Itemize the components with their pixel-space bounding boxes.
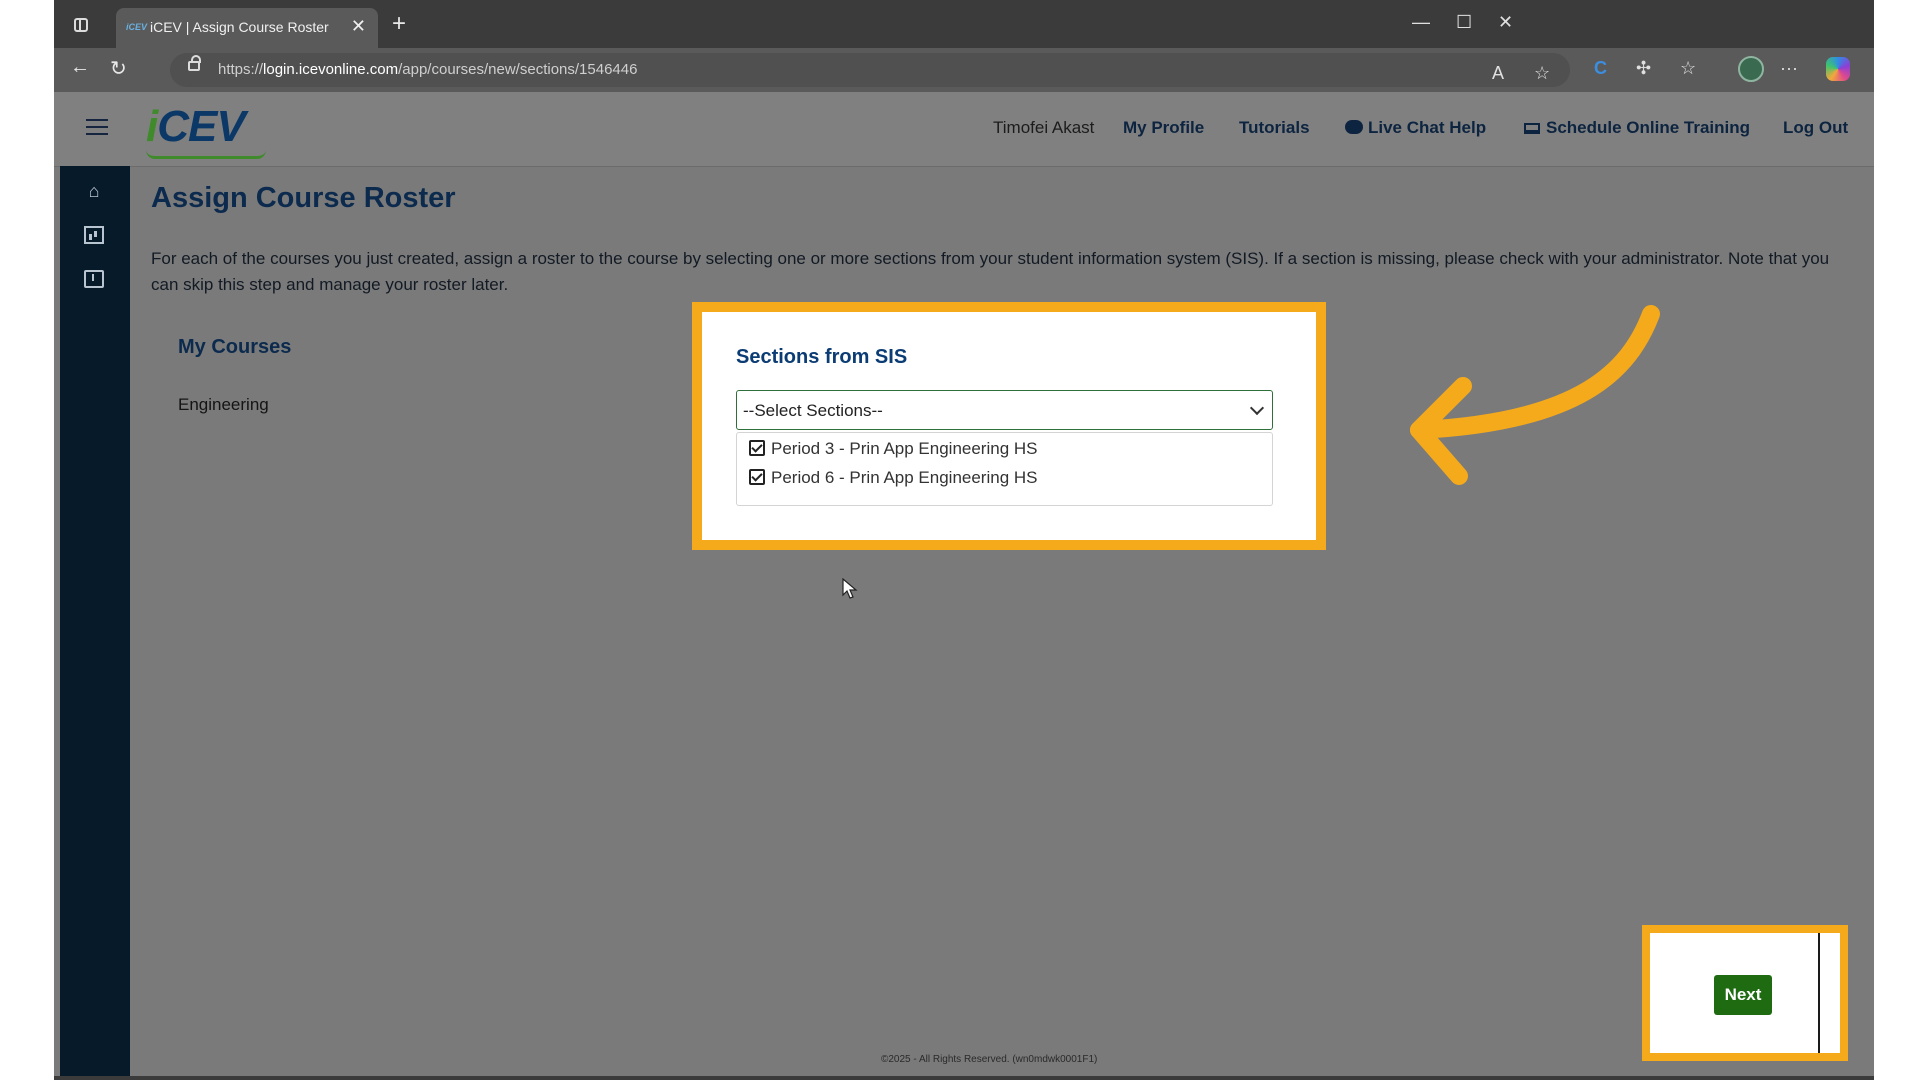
extensions-puzzle-icon[interactable]: ✣ (1636, 58, 1651, 79)
favorite-star-icon[interactable]: ☆ (1534, 63, 1550, 84)
app-header: iCEV Timofei Akast My Profile Tutorials … (54, 92, 1874, 167)
extension-c-icon[interactable]: C (1594, 58, 1607, 79)
profile-avatar-icon[interactable] (1738, 56, 1764, 82)
live-chat-link[interactable]: Live Chat Help (1345, 118, 1486, 138)
footer-text: ©2025 - All Rights Reserved. (wn0mdwk000… (881, 1054, 1098, 1065)
read-aloud-icon[interactable]: A (1492, 63, 1504, 84)
window-edge (1818, 933, 1820, 1053)
tab-title: iCEV | Assign Course Roster (150, 19, 329, 35)
callout-arrow-icon (1410, 305, 1660, 485)
logout-link[interactable]: Log Out (1783, 118, 1848, 138)
favicon-icon: iCEV (126, 22, 148, 32)
icev-logo[interactable]: iCEV (146, 102, 246, 152)
url-text[interactable]: https://login.icevonline.com/app/courses… (218, 61, 637, 78)
sidebar: ⌂ (60, 166, 130, 1076)
tab-bar: iCEV iCEV | Assign Course Roster ✕ + — ☐… (54, 0, 1874, 48)
copilot-icon[interactable] (1826, 57, 1850, 81)
intro-text: For each of the courses you just created… (151, 249, 1830, 294)
back-arrow-icon[interactable]: ← (70, 56, 90, 79)
select-sections-dropdown[interactable]: --Select Sections-- (736, 390, 1273, 430)
minimize-icon[interactable]: — (1412, 12, 1430, 33)
sections-options-list: Period 3 - Prin App Engineering HS Perio… (736, 432, 1273, 506)
logo-swoosh (146, 150, 266, 159)
schedule-training-link[interactable]: Schedule Online Training (1524, 118, 1750, 138)
address-bar-row: ← ↻ https://login.icevonline.com/app/cou… (54, 48, 1874, 92)
checkbox-checked-icon[interactable] (749, 440, 765, 456)
page-title: Assign Course Roster (151, 182, 456, 214)
sis-heading: Sections from SIS (736, 346, 908, 368)
course-item: Engineering (178, 395, 269, 414)
tutorials-link[interactable]: Tutorials (1239, 118, 1310, 138)
tab-actions-icon[interactable] (74, 18, 88, 32)
chat-bubbles-icon (1345, 120, 1363, 134)
more-menu-icon[interactable]: ··· (1780, 58, 1798, 79)
address-bar[interactable]: https://login.icevonline.com/app/courses… (170, 53, 1570, 87)
browser-window: iCEV iCEV | Assign Course Roster ✕ + — ☐… (54, 0, 1874, 1080)
window-close-icon[interactable]: ✕ (1498, 12, 1513, 33)
browser-tab[interactable]: iCEV iCEV | Assign Course Roster ✕ (116, 8, 378, 48)
maximize-icon[interactable]: ☐ (1456, 12, 1472, 33)
next-button-highlight: Next (1642, 925, 1848, 1061)
inbox-download-icon[interactable] (84, 270, 104, 288)
favorites-list-icon[interactable]: ☆ (1680, 58, 1696, 79)
laptop-icon (1524, 123, 1540, 134)
next-button[interactable]: Next (1714, 975, 1772, 1015)
user-name: Timofei Akast (993, 118, 1095, 137)
hamburger-menu-icon[interactable] (86, 119, 108, 135)
section-option[interactable]: Period 6 - Prin App Engineering HS (749, 468, 1038, 496)
home-icon[interactable]: ⌂ (84, 182, 104, 200)
taskbar-edge (54, 1076, 1874, 1080)
reports-chart-icon[interactable] (84, 226, 104, 244)
select-placeholder: --Select Sections-- (743, 401, 883, 420)
refresh-icon[interactable]: ↻ (110, 56, 127, 81)
checkbox-checked-icon[interactable] (749, 469, 765, 485)
mouse-cursor-icon (842, 578, 858, 599)
sis-sections-panel: Sections from SIS --Select Sections-- Pe… (692, 302, 1326, 550)
new-tab-icon[interactable]: + (392, 10, 406, 38)
my-courses-heading: My Courses (178, 336, 292, 358)
section-option[interactable]: Period 3 - Prin App Engineering HS (749, 439, 1038, 467)
close-tab-icon[interactable]: ✕ (351, 16, 366, 37)
lock-icon[interactable] (188, 55, 201, 71)
my-profile-link[interactable]: My Profile (1123, 118, 1204, 138)
chevron-down-icon (1249, 400, 1265, 416)
